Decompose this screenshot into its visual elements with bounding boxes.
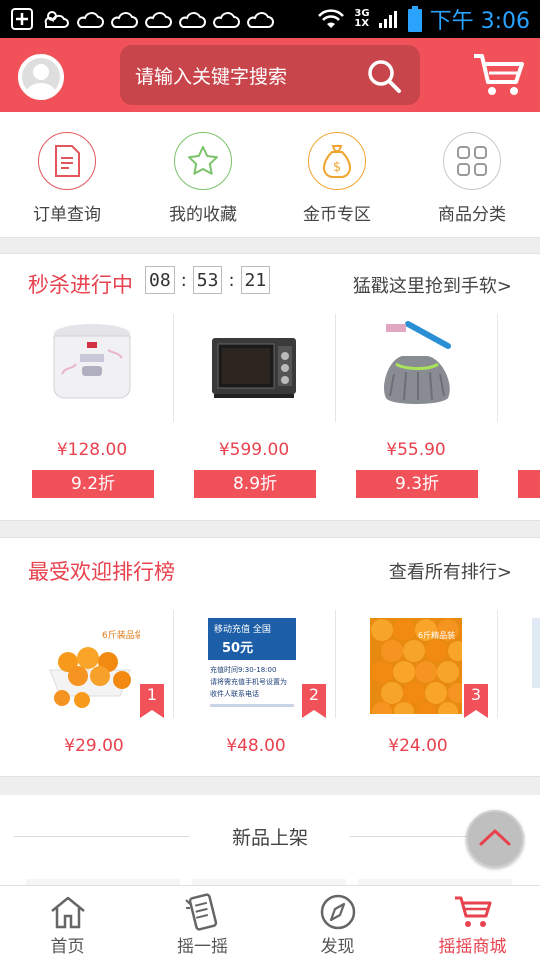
- quick-entry-label: 我的收藏: [169, 205, 237, 225]
- network-type-label: 3G 1X: [354, 8, 370, 29]
- cloud-notification-icon: [76, 8, 104, 30]
- compass-icon: [318, 892, 358, 932]
- weather-icon: [40, 7, 70, 31]
- back-to-top-button[interactable]: [466, 810, 524, 868]
- tab-label: 摇摇商城: [438, 937, 507, 957]
- tab-discover[interactable]: 发现: [270, 886, 405, 960]
- avatar[interactable]: [18, 54, 64, 100]
- discount-badge-partial: [518, 470, 540, 498]
- tab-shake[interactable]: 摇一摇: [135, 886, 270, 960]
- clock: 下午 3:06: [429, 9, 530, 34]
- new-arrivals-section: 新品上架: [0, 795, 540, 890]
- rank-badge: 1: [140, 684, 164, 718]
- quick-entry-bar: 订单查询 我的收藏 $ 金币专区 商品分类: [0, 112, 540, 238]
- oven-image: [204, 314, 304, 414]
- flash-sale-title: 秒杀进行中: [28, 273, 133, 297]
- cloud-notification-icon: [144, 8, 172, 30]
- app-header: 请输入关键字搜索: [0, 38, 540, 112]
- discount-badge: 9.2折: [32, 470, 154, 498]
- discount-badge: 9.3折: [356, 470, 478, 498]
- card-line: 充值时间9:30-18:00: [210, 665, 276, 674]
- card-header: 移动充值 全国: [214, 623, 271, 635]
- oranges-bowl-image: 6斤装品袋: [44, 618, 144, 714]
- recharge-card-image: 移动充值 全国 50元 充值时间9:30-18:00 请将需充值手机号设置为 收…: [208, 618, 300, 714]
- status-bar: 3G 1X 下午 3:06: [0, 0, 540, 38]
- search-bar[interactable]: 请输入关键字搜索: [120, 45, 420, 105]
- shake-icon: [183, 892, 223, 932]
- cloud-notification-icon: [246, 8, 274, 30]
- ranking-item[interactable]: 6斤装品袋 1 ¥29.00: [12, 610, 172, 770]
- svg-text:$: $: [333, 160, 341, 175]
- product-price: ¥29.00: [64, 736, 124, 756]
- tab-label: 摇一摇: [177, 937, 228, 957]
- star-icon: [174, 132, 232, 190]
- image-caption: 6斤精品装: [418, 630, 455, 640]
- cart-icon: [453, 892, 493, 932]
- quick-entry-categories[interactable]: 商品分类: [417, 132, 527, 225]
- quick-entry-favorites[interactable]: 我的收藏: [148, 132, 258, 225]
- quick-entry-label: 金币专区: [303, 205, 371, 225]
- cloud-notification-icon: [110, 8, 138, 30]
- quick-entry-order[interactable]: 订单查询: [12, 132, 122, 225]
- cloud-notification-icon: [212, 8, 240, 30]
- signal-icon: [378, 8, 400, 30]
- oranges-pile-image: 6斤精品装: [370, 618, 468, 722]
- bottom-tab-bar: 首页 摇一摇 发现 摇摇商城: [0, 885, 540, 960]
- countdown-timer: 08 : 53 : 21: [145, 266, 271, 294]
- tab-label: 发现: [320, 937, 355, 957]
- card-line: 收件人联系电话: [210, 689, 259, 698]
- flash-sale-item[interactable]: ¥55.90 9.3折: [336, 314, 496, 519]
- divider: [497, 610, 498, 718]
- product-price: ¥128.00: [56, 440, 128, 460]
- wifi-icon: [316, 8, 346, 30]
- rice-cooker-image: [42, 314, 142, 414]
- rank-badge: 3: [464, 684, 488, 718]
- ranking-section: 最受欢迎排行榜 查看所有排行> 6斤装品袋 1 ¥29.00 移动充值 全国 5…: [0, 537, 540, 777]
- discount-badge: 8.9折: [194, 470, 316, 498]
- timer-hours: 08: [145, 266, 175, 294]
- flash-sale-more-link[interactable]: 猛戳这里抢到手软>: [353, 272, 512, 298]
- divider: [497, 314, 498, 422]
- product-price: ¥55.90: [386, 440, 446, 460]
- quick-entry-label: 商品分类: [438, 205, 506, 225]
- ranking-item[interactable]: 6斤精品装 3 ¥24.00: [336, 610, 496, 770]
- coin-icon: $: [308, 132, 366, 190]
- battery-icon: [407, 6, 422, 32]
- quick-entry-label: 订单查询: [33, 205, 101, 225]
- search-placeholder[interactable]: 请输入关键字搜索: [135, 62, 287, 89]
- search-icon[interactable]: [366, 58, 402, 98]
- image-caption: 6斤装品袋: [102, 629, 140, 641]
- flash-sale-item[interactable]: ¥599.00 8.9折: [174, 314, 334, 519]
- ranking-title: 最受欢迎排行榜: [28, 560, 175, 584]
- card-amount: 50元: [222, 641, 253, 656]
- product-price: ¥24.00: [388, 736, 448, 756]
- cloud-notification-icon: [178, 8, 206, 30]
- timer-seconds: 21: [240, 266, 271, 294]
- chevron-up-icon: [478, 826, 512, 852]
- flash-sale-item[interactable]: ¥128.00 9.2折: [12, 314, 172, 519]
- timer-minutes: 53: [192, 266, 223, 294]
- partial-item-image: [532, 618, 540, 688]
- card-line: 请将需充值手机号设置为: [210, 677, 287, 686]
- product-price: ¥48.00: [226, 736, 286, 756]
- ranking-more-link[interactable]: 查看所有排行>: [389, 558, 512, 584]
- tab-home[interactable]: 首页: [0, 886, 135, 960]
- flash-sale-section: 秒杀进行中 08 : 53 : 21 猛戳这里抢到手软> ¥128.00 9.2…: [0, 253, 540, 521]
- order-icon: [38, 132, 96, 190]
- ranking-item[interactable]: 移动充值 全国 50元 充值时间9:30-18:00 请将需充值手机号设置为 收…: [174, 610, 334, 770]
- home-icon: [48, 892, 88, 932]
- cart-icon[interactable]: [472, 52, 526, 102]
- grid-icon: [443, 132, 501, 190]
- quick-entry-coins[interactable]: $ 金币专区: [282, 132, 392, 225]
- product-price: ¥599.00: [218, 440, 290, 460]
- mop-image: [366, 314, 466, 414]
- add-notification-icon: [10, 7, 34, 31]
- rank-badge: 2: [302, 684, 326, 718]
- tab-mall[interactable]: 摇摇商城: [405, 886, 540, 960]
- tab-label: 首页: [50, 937, 85, 957]
